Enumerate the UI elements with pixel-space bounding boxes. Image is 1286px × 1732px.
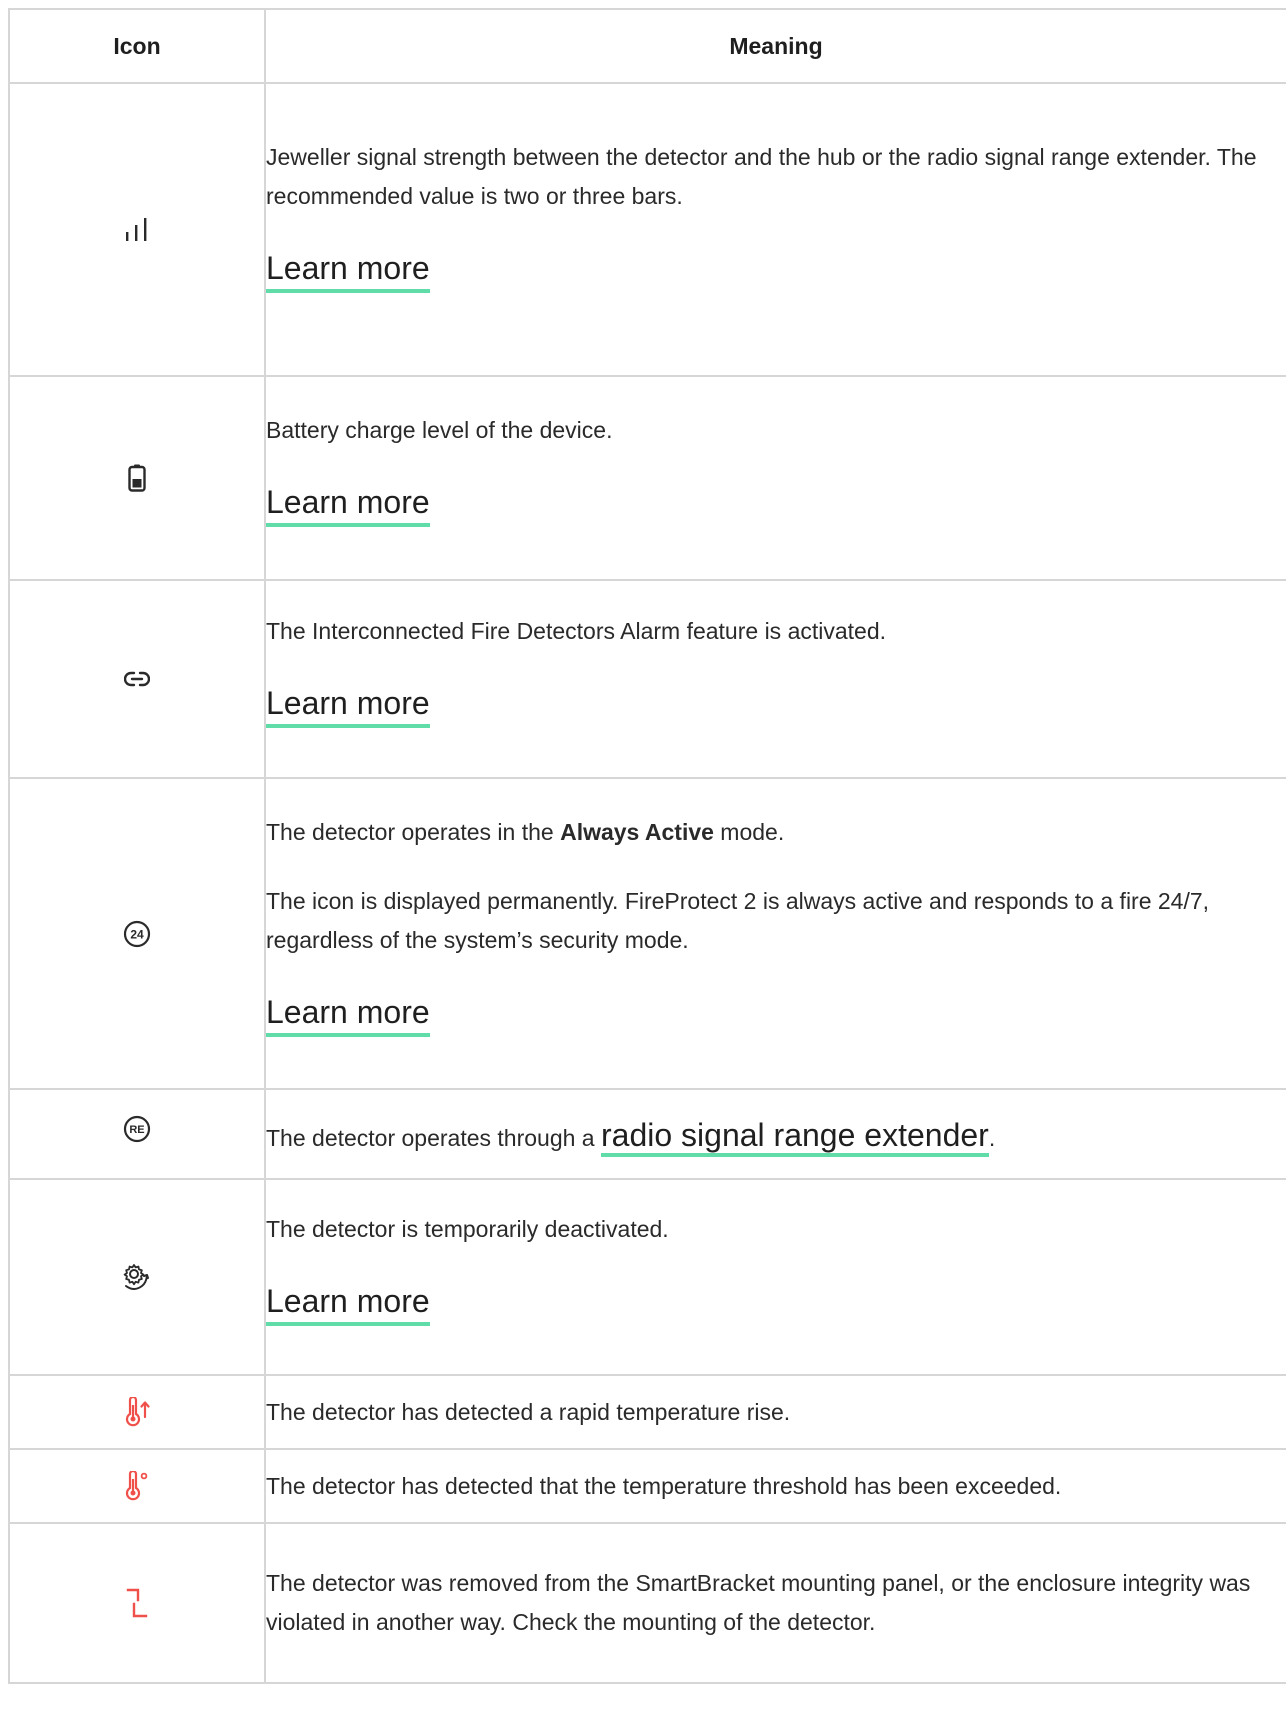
signal-strength-icon (124, 217, 150, 242)
table-row: Jeweller signal strength between the det… (8, 82, 1286, 377)
row-text: Battery charge level of the device. (266, 417, 613, 443)
row-text-secondary: The icon is displayed permanently. FireP… (266, 887, 1210, 953)
always-active-24-icon: 24 (123, 920, 151, 948)
learn-more-link[interactable]: Learn more (266, 992, 430, 1037)
table-row: RE The detector operates through a radio… (8, 1088, 1286, 1180)
header-meaning: Meaning (264, 8, 1286, 84)
header-icon: Icon (8, 8, 266, 84)
row-text: The detector was removed from the SmartB… (266, 1570, 1251, 1635)
learn-more-link[interactable]: Learn more (266, 683, 430, 728)
thermometer-threshold-icon (122, 1471, 152, 1501)
learn-more-link[interactable]: Learn more (266, 248, 430, 293)
row-text: The detector operates in the Always Acti… (266, 818, 785, 845)
row-text: The detector operates through a radio si… (266, 1110, 1286, 1158)
table-header-row: Icon Meaning (8, 8, 1286, 84)
row-text: The detector has detected a rapid temper… (266, 1398, 791, 1425)
row-text: The Interconnected Fire Detectors Alarm … (266, 618, 887, 644)
icons-table: Icon Meaning Jeweller signal strength be… (8, 8, 1286, 1684)
svg-text:RE: RE (129, 1124, 144, 1136)
table-row: Battery charge level of the device. Lear… (8, 375, 1286, 581)
table-row: The detector has detected a rapid temper… (8, 1374, 1286, 1450)
range-extender-icon: RE (123, 1115, 151, 1143)
table-row: 24 The detector operates in the Always A… (8, 777, 1286, 1090)
learn-more-link[interactable]: Learn more (266, 482, 430, 527)
thermometer-rise-icon (122, 1397, 152, 1427)
row-text: The detector has detected that the tempe… (266, 1472, 1062, 1499)
gear-deactivated-icon (122, 1262, 152, 1292)
mode-name: Always Active (560, 818, 714, 845)
tamper-icon (125, 1588, 149, 1618)
table-row: The Interconnected Fire Detectors Alarm … (8, 579, 1286, 779)
table-row: The detector has detected that the tempe… (8, 1448, 1286, 1524)
table-row: The detector is temporarily deactivated.… (8, 1178, 1286, 1376)
row-text: The detector is temporarily deactivated. (266, 1216, 669, 1242)
svg-text:24: 24 (130, 927, 144, 941)
table-row: The detector was removed from the SmartB… (8, 1522, 1286, 1684)
link-icon (124, 670, 150, 688)
range-extender-link[interactable]: radio signal range extender (601, 1117, 989, 1157)
battery-icon (128, 464, 146, 492)
learn-more-link[interactable]: Learn more (266, 1281, 430, 1326)
row-text: Jeweller signal strength between the det… (266, 144, 1257, 209)
